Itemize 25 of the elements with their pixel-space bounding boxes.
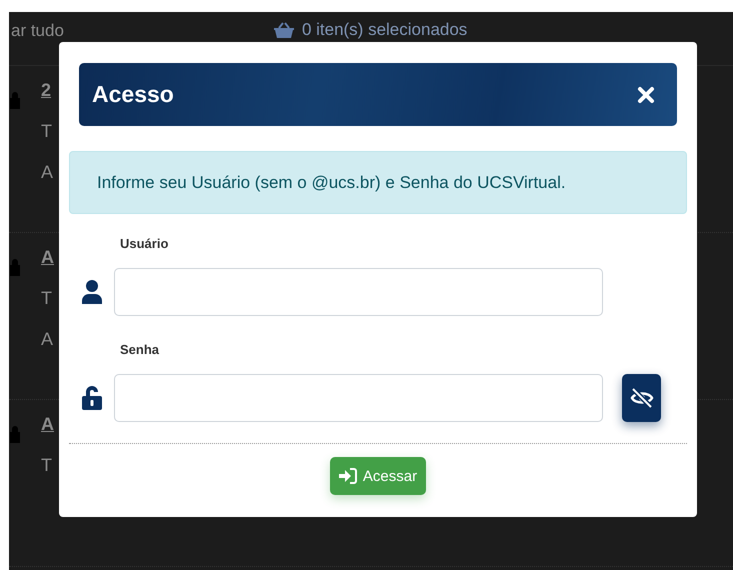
username-field[interactable] <box>114 268 603 316</box>
item-title[interactable]: A <box>41 247 54 268</box>
field-label: Senha <box>120 342 160 357</box>
select-all-link[interactable]: ar tudo <box>11 20 64 41</box>
item-detail: T <box>41 455 53 476</box>
item-detail: T <box>41 288 53 309</box>
modal-title: Acesso <box>92 81 174 108</box>
sign-in-icon <box>338 468 357 484</box>
user-icon <box>81 279 103 305</box>
item-title[interactable]: A <box>41 414 54 435</box>
item-detail: A <box>41 162 54 183</box>
item-detail: T <box>41 121 53 142</box>
toggle-visibility-button[interactable] <box>622 374 661 422</box>
basket-icon <box>274 22 294 38</box>
field-label: Usuário <box>120 236 168 251</box>
login-button[interactable]: Acessar <box>330 457 426 495</box>
close-icon <box>637 86 655 104</box>
info-alert: Informe seu Usuário (sem o @ucs.br) e Senha do UCSVirtual. <box>69 151 687 214</box>
selection-count: 0 iten(s) selecionados <box>302 20 468 40</box>
password-field[interactable] <box>114 374 603 422</box>
item-title[interactable]: 2 <box>41 80 54 101</box>
item-detail: A <box>41 329 54 350</box>
close-button[interactable] <box>637 86 655 104</box>
eye-slash-icon <box>630 388 654 408</box>
unlocked-padlock-icon <box>81 385 103 411</box>
